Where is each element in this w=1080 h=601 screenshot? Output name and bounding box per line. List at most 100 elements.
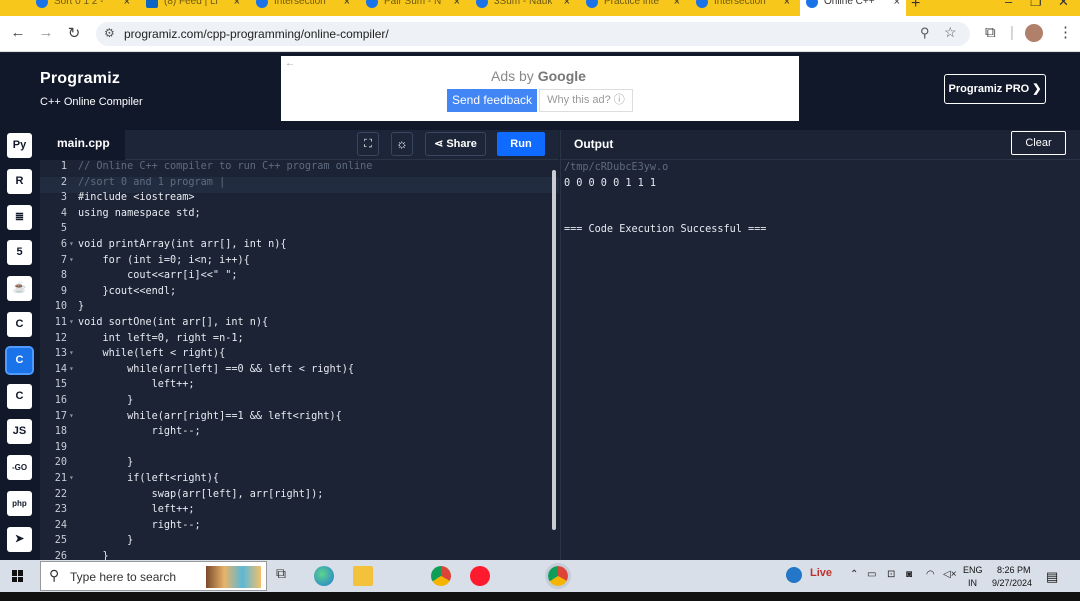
fold-chevron-icon[interactable]: ▾ [69,473,74,482]
code-text[interactable]: } [78,551,109,560]
close-tab-icon[interactable]: × [234,0,240,8]
code-line[interactable]: 1 // Online C++ compiler to run C++ progr… [40,161,559,177]
why-this-ad-button[interactable]: Why this ad? ⓘ [539,89,633,112]
code-text[interactable]: } [78,395,133,406]
clear-button[interactable]: Clear [1011,131,1066,155]
browser-tab[interactable]: Sort 0 1 2 - × [30,0,136,16]
code-line[interactable]: 3 #include <iostream> [40,192,559,208]
code-line[interactable]: 21 ▾ if(left<right){ [40,473,559,489]
code-line[interactable]: 20 } [40,457,559,473]
programiz-logo[interactable]: Programiz [40,70,120,88]
reload-icon[interactable]: ↻ [64,24,84,42]
code-text[interactable]: right--; [78,426,201,437]
wifi-icon[interactable]: ◠ [926,569,935,580]
browser-tab[interactable]: Pair Sum - N × [360,0,466,16]
close-tab-icon[interactable]: × [344,0,350,8]
programiz-pro-button[interactable]: Programiz PRO ❯ [944,74,1046,104]
extensions-icon[interactable]: ⧉ [985,24,996,41]
sidebar-sql-icon[interactable]: ≣ [7,204,32,230]
code-line[interactable]: 24 right--; [40,520,559,536]
sidebar-c-icon[interactable]: C [7,312,32,337]
code-line[interactable]: 16 } [40,395,559,411]
clock-date[interactable]: 9/27/2024 [992,578,1032,588]
sidebar-js-icon[interactable]: JS [7,419,32,445]
chrome-active-icon[interactable] [545,563,571,589]
code-line[interactable]: 2 //sort 0 and 1 program | [40,176,559,193]
code-text[interactable]: void printArray(int arr[], int n){ [78,239,287,250]
live-cricket-icon[interactable] [786,567,802,583]
tray-app-icon[interactable]: ⊡ [887,569,895,580]
profile-avatar[interactable] [1025,24,1043,42]
code-text[interactable]: int left=0, right =n-1; [78,333,244,344]
code-line[interactable]: 18 right--; [40,426,559,442]
sidebar-html-icon[interactable]: 5 [7,240,32,266]
sidebar-csharp-icon[interactable]: C [7,383,32,409]
battery-icon[interactable]: ▭ [867,569,876,580]
close-tab-icon[interactable]: × [784,0,790,8]
code-text[interactable]: if(left<right){ [78,473,219,484]
fold-chevron-icon[interactable]: ▾ [69,239,74,248]
close-tab-icon[interactable]: × [124,0,130,8]
opera-icon[interactable] [470,566,490,586]
live-label[interactable]: Live [810,567,832,579]
notifications-icon[interactable]: ▤ [1046,569,1058,585]
browser-tab[interactable]: 3Sum - Naukr × [470,0,576,16]
code-line[interactable]: 19 [40,442,559,458]
code-text[interactable]: left++; [78,504,195,515]
code-line[interactable]: 17 ▾ while(arr[right]==1 && left<right){ [40,411,559,427]
close-tab-icon[interactable]: × [564,0,570,8]
fold-chevron-icon[interactable]: ▾ [69,364,74,373]
close-window-icon[interactable]: ✕ [1058,0,1069,10]
run-button[interactable]: Run [497,132,545,156]
browser-tab[interactable]: Intersection × [250,0,356,16]
code-line[interactable]: 6 ▾ void printArray(int arr[], int n){ [40,239,559,255]
file-tab-main-cpp[interactable]: main.cpp [40,130,125,160]
taskbar-search[interactable]: ⚲ Type here to search [40,561,267,591]
maximize-icon[interactable]: ❐ [1030,0,1042,10]
code-text[interactable]: while(arr[right]==1 && left<right){ [78,411,342,422]
close-tab-icon[interactable]: × [894,0,900,8]
code-editor[interactable]: 1 // Online C++ compiler to run C++ progr… [40,160,559,560]
code-line[interactable]: 11 ▾ void sortOne(int arr[], int n){ [40,317,559,333]
share-button[interactable]: ⋖ Share [425,132,486,156]
browser-tab[interactable]: Practice inte × [580,0,686,16]
sidebar-swift-icon[interactable]: ➤ [7,526,32,552]
sidebar-java-icon[interactable]: ☕ [7,276,32,302]
sidebar-python-icon[interactable]: Py [7,133,32,158]
edge-icon[interactable] [314,566,334,586]
send-feedback-button[interactable]: Send feedback [447,89,537,112]
forward-arrow-icon[interactable]: → [36,24,56,41]
code-text[interactable]: cout<<arr[i]<<" "; [78,270,237,281]
windows-start-icon[interactable] [12,570,24,582]
fullscreen-icon[interactable]: ⛶ [357,132,379,156]
code-text[interactable]: } [78,457,133,468]
code-line[interactable]: 26 } [40,551,559,560]
browser-tab[interactable]: Online C++ × [800,0,906,16]
code-line[interactable]: 25 } [40,535,559,551]
close-tab-icon[interactable]: × [454,0,460,8]
language-indicator[interactable]: ENG [963,565,983,575]
bookmark-star-icon[interactable]: ☆ [944,24,957,41]
code-text[interactable]: while(arr[left] ==0 && left < right){ [78,364,354,375]
code-text[interactable]: } [78,301,84,312]
code-line[interactable]: 12 int left=0, right =n-1; [40,333,559,349]
back-arrow-icon[interactable]: ← [8,24,28,41]
code-text[interactable]: }cout<<endl; [78,286,177,297]
code-line[interactable]: 7 ▾ for (int i=0; i<n; i++){ [40,255,559,271]
code-line[interactable]: 14 ▾ while(arr[left] ==0 && left < right)… [40,364,559,380]
camera-icon[interactable]: ◙ [906,569,912,580]
sidebar-r-icon[interactable]: R [7,168,32,194]
code-line[interactable]: 22 swap(arr[left], arr[right]); [40,489,559,505]
code-text[interactable]: void sortOne(int arr[], int n){ [78,317,268,328]
code-text[interactable]: right--; [78,520,201,531]
fold-chevron-icon[interactable]: ▾ [69,411,74,420]
code-text[interactable]: swap(arr[left], arr[right]); [78,489,324,500]
code-text[interactable]: while(left < right){ [78,348,226,359]
sidebar-cpp-icon[interactable]: C [5,345,34,375]
code-line[interactable]: 9 }cout<<endl; [40,286,559,302]
code-line[interactable]: 8 cout<<arr[i]<<" "; [40,270,559,286]
fold-chevron-icon[interactable]: ▾ [69,348,74,357]
close-tab-icon[interactable]: × [674,0,680,8]
ad-back-icon[interactable]: ← [285,58,295,69]
file-explorer-icon[interactable] [353,566,373,586]
